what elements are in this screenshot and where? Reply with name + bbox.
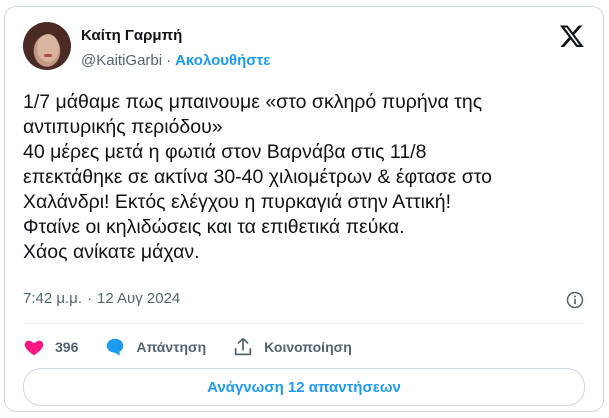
avatar[interactable] <box>23 22 71 70</box>
action-bar: 396 Απάντηση Κοινοποίηση <box>23 335 378 359</box>
avatar-face <box>37 34 59 62</box>
avatar-lips <box>44 54 52 57</box>
author-handle-line: @KaitiGarbi · Ακολουθήστε <box>81 52 270 69</box>
heart-icon <box>24 340 44 356</box>
reply-bubble-icon <box>107 338 124 356</box>
tweet-text: 1/7 μάθαμε πως μπαινουμε «στο σκληρό πυρ… <box>23 90 593 265</box>
tweet-time: 7:42 μ.μ. <box>23 290 82 307</box>
follow-button[interactable]: Ακολουθήστε <box>175 52 270 69</box>
like-count: 396 <box>55 339 79 355</box>
reply-label: Απάντηση <box>136 339 207 355</box>
tweet-line: Φταίνε οι κηλιδώσεις και τα επιθετικά πε… <box>23 216 405 238</box>
tweet-card: Καίτη Γαρμπή @KaitiGarbi · Ακολουθήστε 1/7… <box>4 6 604 412</box>
handle-separator: · <box>166 52 172 69</box>
reply-button[interactable]: Απάντηση <box>104 336 206 358</box>
tweet-line: Χαλάνδρι! Εκτός ελέγχου η πυρκαγιά στην … <box>23 191 451 213</box>
x-logo-icon[interactable] <box>559 23 585 49</box>
tweet-timestamp[interactable]: 7:42 μ.μ. · 12 Αυγ 2024 <box>23 290 180 307</box>
tweet-date: 12 Αυγ 2024 <box>96 290 181 307</box>
tweet-line: 1/7 μάθαμε πως μπαινουμε «στο σκληρό πυρ… <box>23 91 483 113</box>
info-icon[interactable] <box>565 290 585 310</box>
divider <box>23 323 585 324</box>
share-label: Κοινοποίηση <box>264 339 352 355</box>
tweet-line: επεκτάθηκε σε ακτίνα 30-40 χιλιομέτρων &… <box>23 166 493 188</box>
share-icon <box>234 337 252 356</box>
tweet-line: Χάος ανίκατε μάχαν. <box>23 241 200 263</box>
author-handle[interactable]: @KaitiGarbi <box>81 52 162 69</box>
tweet-line: αντιπυρικής περιόδου» <box>23 116 223 138</box>
timestamp-separator: · <box>86 290 92 307</box>
read-replies-button[interactable]: Ανάγνωση 12 απαντήσεων <box>23 368 585 406</box>
author-name[interactable]: Καίτη Γαρμπή <box>81 27 182 44</box>
share-button[interactable]: Κοινοποίηση <box>232 336 352 358</box>
tweet-line: 40 μέρες μετά η φωτιά στον Βαρνάβα στις … <box>23 141 427 163</box>
like-button[interactable]: 396 <box>23 336 78 358</box>
